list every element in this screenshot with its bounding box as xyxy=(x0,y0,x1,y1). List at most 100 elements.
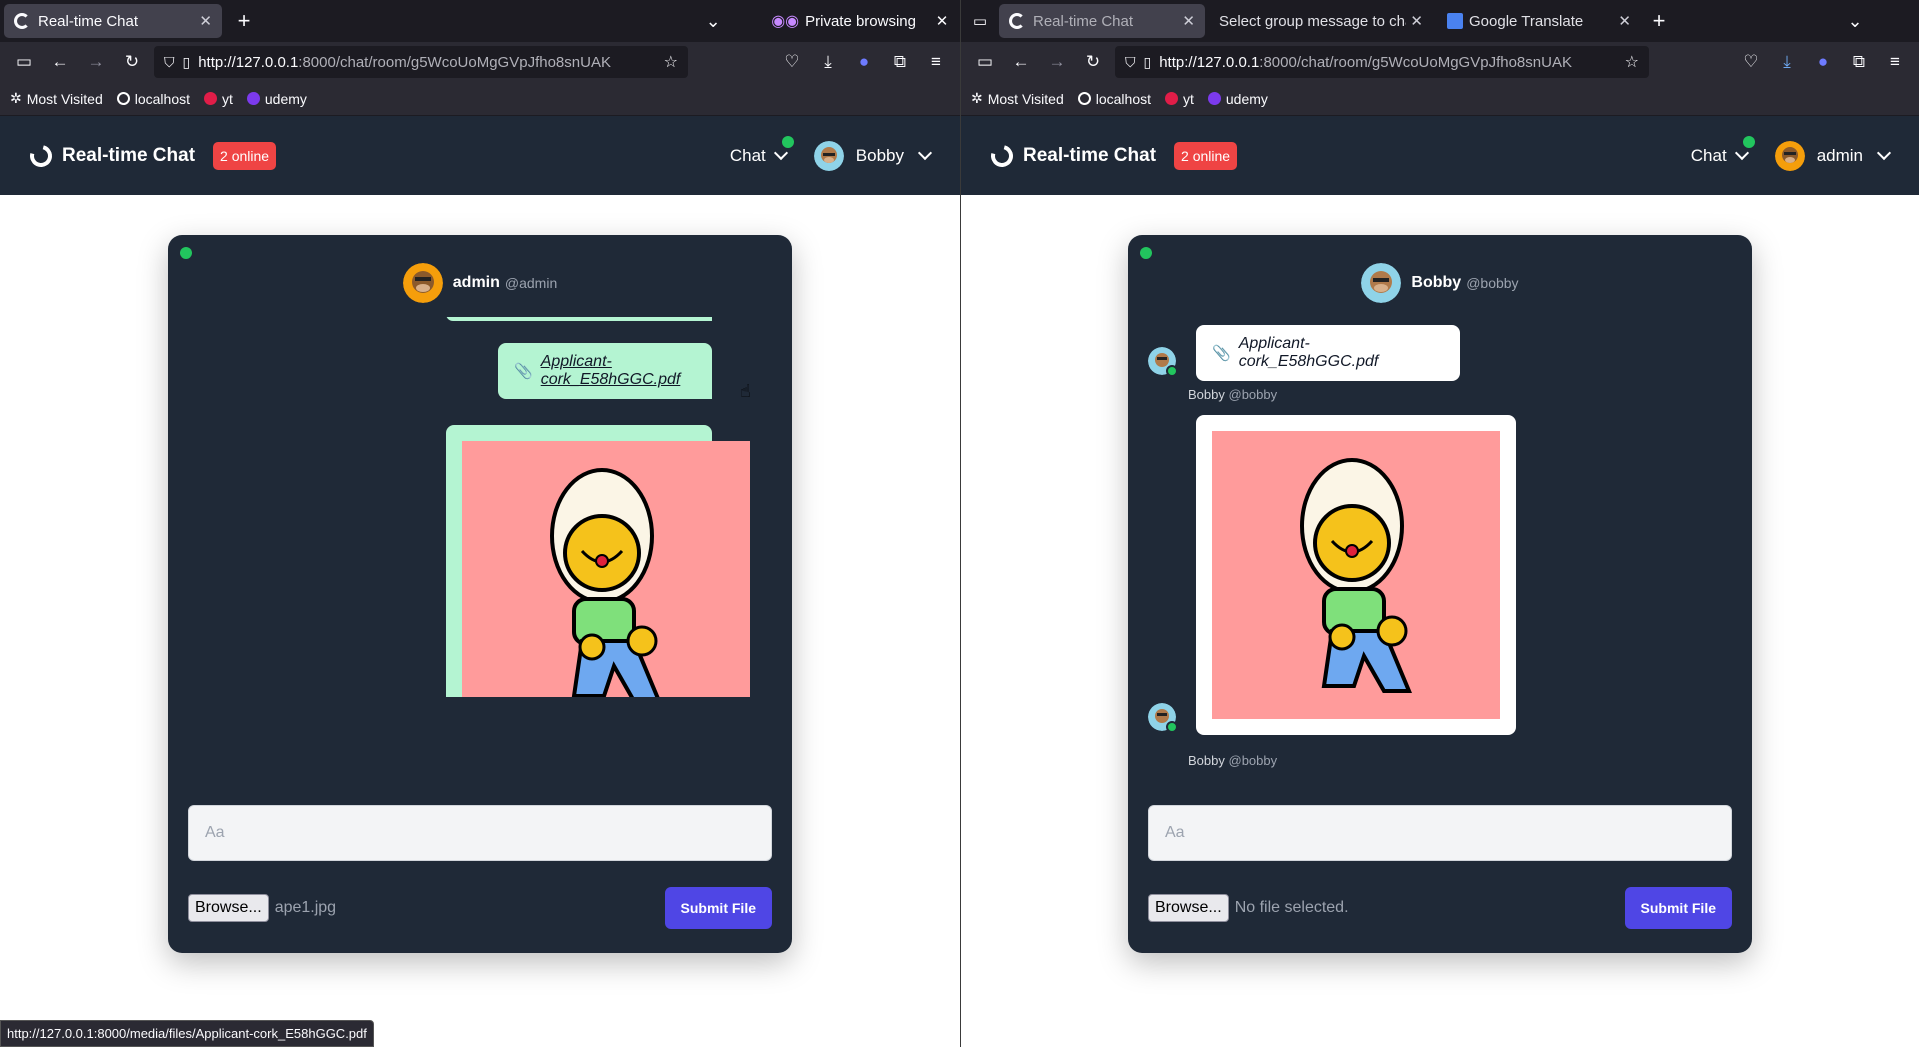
star-icon[interactable]: ☆ xyxy=(1625,52,1639,72)
file-upload-row: Browse... No file selected. Submit File xyxy=(1148,887,1732,929)
download-icon[interactable]: ⤓ xyxy=(810,46,846,78)
bookmark-udemy[interactable]: udemy xyxy=(1207,91,1268,107)
partner-avatar xyxy=(402,263,443,303)
file-link[interactable]: 📎 Applicant-cork_E58hGGC.pdf xyxy=(1212,335,1444,371)
window-close-icon[interactable]: ✕ xyxy=(924,4,960,38)
list-tabs-chevron-down-icon[interactable]: ⌄ xyxy=(1837,4,1873,38)
forward-icon[interactable]: → xyxy=(1039,46,1075,78)
chat-menu[interactable]: Chat xyxy=(729,135,794,166)
extension-icon[interactable]: ⧉ xyxy=(882,46,918,78)
new-tab-plus-icon[interactable]: + xyxy=(1641,4,1677,38)
sidebar-icon[interactable]: ▭ xyxy=(967,46,1003,78)
youtube-icon xyxy=(204,92,217,105)
tab-real-time-chat[interactable]: Real-time Chat ✕ xyxy=(4,4,222,38)
chevron-down-icon xyxy=(773,145,788,160)
hand-cursor-icon: ☝ xyxy=(740,381,751,401)
url-bar[interactable]: ⛉ ▯ http://127.0.0.1:8000/chat/room/g5Wc… xyxy=(154,46,688,78)
back-icon[interactable]: ← xyxy=(42,46,78,78)
paperclip-icon: 📎 xyxy=(1212,345,1231,362)
user-menu[interactable]: admin xyxy=(1774,140,1892,171)
url-bar[interactable]: ⛉ ▯ http://127.0.0.1:8000/chat/room/g5Wc… xyxy=(1115,46,1649,78)
chat-menu[interactable]: Chat xyxy=(1690,135,1755,166)
user-menu[interactable]: Bobby xyxy=(813,140,933,171)
tab-real-time-chat[interactable]: Real-time Chat ✕ xyxy=(999,4,1205,38)
browse-button[interactable]: Browse... xyxy=(188,894,269,922)
back-icon[interactable]: ← xyxy=(1003,46,1039,78)
tab-overview-icon[interactable]: ▭ xyxy=(965,4,995,38)
pocket-icon[interactable]: ♡ xyxy=(774,46,810,78)
image-attachment[interactable] xyxy=(462,441,750,697)
browser-window-right: ▭ Real-time Chat ✕ Select group message … xyxy=(960,0,1919,1047)
brand-title: Real-time Chat xyxy=(62,144,196,166)
file-name-link[interactable]: Applicant-cork_E58hGGC.pdf xyxy=(1239,335,1444,371)
shield-icon: ⛉ xyxy=(1125,53,1136,70)
tab-title: Google Translate xyxy=(1469,12,1584,30)
message-list: 📎 Applicant-cork_E58hGGC.pdf ☝ xyxy=(188,317,772,697)
download-icon[interactable]: ⤓ xyxy=(1769,46,1805,78)
sender-handle: @bobby xyxy=(1228,753,1278,768)
tab-bar: ▭ Real-time Chat ✕ Select group message … xyxy=(961,0,1919,42)
bookmark-most-visited[interactable]: ✲ Most Visited xyxy=(971,90,1064,107)
submit-file-button[interactable]: Submit File xyxy=(664,887,772,929)
sender-handle: @bobby xyxy=(1228,387,1278,402)
star-icon[interactable]: ☆ xyxy=(664,52,678,72)
browser-window-left: Real-time Chat ✕ + ⌄ ◉◉ Private browsing… xyxy=(0,0,960,1047)
brand[interactable]: Real-time Chat 2 online xyxy=(25,140,277,171)
tab-select-group-message[interactable]: Select group message to cha ✕ xyxy=(1209,4,1433,38)
file-name-link[interactable]: Applicant-cork_E58hGGC.pdf xyxy=(541,353,696,389)
new-tab-plus-icon[interactable]: + xyxy=(226,4,262,38)
list-tabs-chevron-down-icon[interactable]: ⌄ xyxy=(695,4,731,38)
bookmarks-bar: ✲ Most Visited localhost yt udemy xyxy=(961,82,1919,116)
chat-card: admin @admin 📎 Applicant-cork_E58hGGC.pd… xyxy=(168,235,792,953)
paperclip-icon: 📎 xyxy=(514,363,533,380)
bookmark-udemy[interactable]: udemy xyxy=(246,91,307,107)
menu-icon[interactable]: ≡ xyxy=(1877,46,1913,78)
url-host: http://127.0.0.1 xyxy=(1159,53,1260,71)
bookmark-most-visited[interactable]: ✲ Most Visited xyxy=(10,90,103,107)
brand-title: Real-time Chat xyxy=(1023,144,1157,166)
notification-dot xyxy=(781,135,794,148)
forward-icon[interactable]: → xyxy=(78,46,114,78)
close-icon[interactable]: ✕ xyxy=(199,12,212,30)
message-input[interactable]: Aa xyxy=(1148,805,1732,861)
brand-logo-icon xyxy=(986,140,1018,171)
bookmark-localhost[interactable]: localhost xyxy=(116,91,190,107)
submit-file-button[interactable]: Submit File xyxy=(1624,887,1732,929)
online-status-dot xyxy=(1140,247,1152,259)
bookmark-localhost[interactable]: localhost xyxy=(1077,91,1151,107)
reload-icon[interactable]: ↻ xyxy=(114,46,150,78)
chevron-down-icon xyxy=(1876,145,1892,160)
account-icon[interactable]: ● xyxy=(846,46,882,78)
sidebar-icon[interactable]: ▭ xyxy=(6,46,42,78)
message-list: 📎 Applicant-cork_E58hGGC.pdf Bobby @bobb… xyxy=(1148,317,1732,737)
close-icon[interactable]: ✕ xyxy=(1182,12,1195,30)
bookmark-yt[interactable]: yt xyxy=(204,91,233,107)
reload-icon[interactable]: ↻ xyxy=(1075,46,1111,78)
close-icon[interactable]: ✕ xyxy=(1618,12,1631,30)
message-input[interactable]: Aa xyxy=(188,805,772,861)
message-input-placeholder: Aa xyxy=(1165,824,1185,841)
file-link[interactable]: 📎 Applicant-cork_E58hGGC.pdf xyxy=(514,353,696,389)
globe-icon xyxy=(1077,92,1091,105)
chat-menu-label: Chat xyxy=(729,145,766,165)
notification-dot xyxy=(1742,135,1755,148)
message-meta: Bobby @bobby xyxy=(1188,387,1277,402)
app-header: Real-time Chat 2 online Chat admin xyxy=(961,116,1919,195)
extension-icon[interactable]: ⧉ xyxy=(1841,46,1877,78)
browse-button[interactable]: Browse... xyxy=(1148,894,1229,922)
url-path: :8000/chat/room/g5WcoUoMgGVpJfho8snUAK xyxy=(1259,53,1572,71)
partner-avatar xyxy=(1361,263,1402,303)
pocket-icon[interactable]: ♡ xyxy=(1733,46,1769,78)
close-icon[interactable]: ✕ xyxy=(1410,12,1423,30)
user-avatar xyxy=(813,140,844,171)
bookmark-yt[interactable]: yt xyxy=(1165,91,1194,107)
tab-google-translate[interactable]: Google Translate ✕ xyxy=(1437,4,1641,38)
nav-bar: ▭ ← → ↻ ⛉ ▯ http://127.0.0.1:8000/chat/r… xyxy=(0,42,960,82)
chat-menu-label: Chat xyxy=(1690,145,1727,165)
image-attachment[interactable] xyxy=(1212,431,1500,719)
sender-online-dot xyxy=(1166,721,1178,733)
menu-icon[interactable]: ≡ xyxy=(918,46,954,78)
account-icon[interactable]: ● xyxy=(1805,46,1841,78)
brand[interactable]: Real-time Chat 2 online xyxy=(986,140,1238,171)
screen: Real-time Chat ✕ + ⌄ ◉◉ Private browsing… xyxy=(0,0,1920,1047)
